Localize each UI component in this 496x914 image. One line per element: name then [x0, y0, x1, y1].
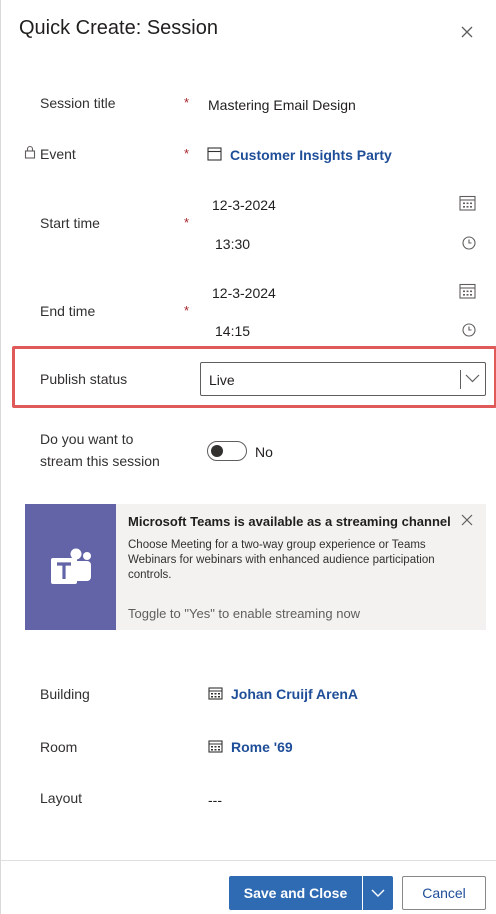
publish-status-select[interactable]: Live	[200, 362, 486, 396]
stream-toggle[interactable]	[207, 441, 247, 461]
toggle-knob	[211, 445, 223, 457]
clock-icon[interactable]	[462, 323, 476, 337]
required-marker: *	[184, 95, 190, 110]
end-time-label: End time	[40, 303, 96, 319]
building-link[interactable]: Johan Cruijf ArenA	[231, 686, 358, 702]
chevron-down-icon	[371, 889, 385, 897]
banner-footer: Toggle to "Yes" to enable streaming now	[128, 606, 361, 621]
teams-info-banner: Microsoft Teams is available as a stream…	[25, 504, 486, 630]
start-time-input[interactable]: 13:30	[215, 236, 250, 252]
banner-body: Choose Meeting for a two-way group exper…	[128, 539, 435, 581]
session-title-label: Session title	[40, 95, 116, 111]
building-icon	[208, 687, 223, 700]
save-and-close-button[interactable]: Save and Close	[229, 876, 362, 910]
event-link[interactable]: Customer Insights Party	[230, 147, 392, 163]
teams-logo-block	[25, 504, 116, 630]
lock-icon	[24, 145, 36, 159]
date-picker-icon[interactable]	[459, 283, 476, 299]
stream-toggle-value: No	[255, 444, 273, 460]
footer-divider	[1, 860, 496, 861]
panel-title: Quick Create: Session	[19, 17, 218, 39]
banner-title: Microsoft Teams is available as a stream…	[128, 514, 451, 529]
event-label: Event	[40, 146, 76, 162]
publish-status-value: Live	[209, 372, 235, 388]
start-date-input[interactable]: 12-3-2024	[212, 197, 276, 213]
start-time-label: Start time	[40, 215, 100, 231]
required-marker: *	[184, 215, 190, 230]
publish-status-label: Publish status	[40, 371, 128, 387]
room-link[interactable]: Rome '69	[231, 739, 293, 755]
required-marker: *	[184, 146, 190, 161]
quick-create-panel: Quick Create: Session Session title * Ma…	[0, 0, 496, 914]
room-icon	[208, 740, 223, 753]
stream-label-line1: Do you want to	[40, 431, 134, 447]
end-date-input[interactable]: 12-3-2024	[212, 285, 276, 301]
banner-close-icon[interactable]	[461, 514, 473, 526]
room-label: Room	[40, 739, 78, 755]
session-title-input[interactable]: Mastering Email Design	[208, 97, 356, 113]
teams-icon	[51, 548, 91, 584]
select-divider	[460, 370, 461, 389]
stream-label-line2: stream this session	[40, 453, 160, 469]
close-icon[interactable]	[459, 24, 475, 40]
save-options-button[interactable]	[363, 876, 393, 910]
end-time-input[interactable]: 14:15	[215, 323, 250, 339]
clock-icon[interactable]	[462, 236, 476, 250]
cancel-button[interactable]: Cancel	[402, 876, 486, 910]
chevron-down-icon	[465, 374, 480, 383]
date-picker-icon[interactable]	[459, 195, 476, 211]
layout-value[interactable]: ---	[208, 792, 222, 808]
required-marker: *	[184, 303, 190, 318]
building-label: Building	[40, 686, 90, 702]
calendar-icon	[207, 147, 222, 161]
layout-label: Layout	[40, 790, 83, 806]
